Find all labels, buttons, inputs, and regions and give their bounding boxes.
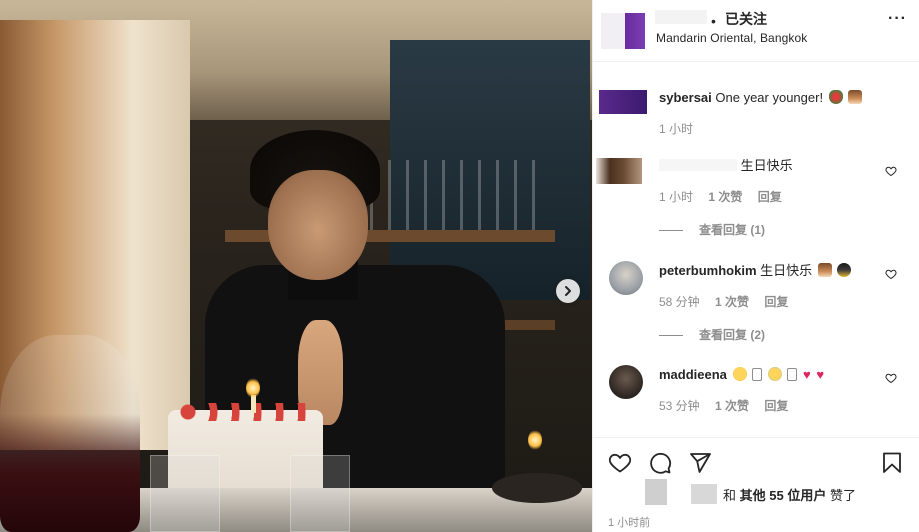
separator-dot: • xyxy=(711,13,716,29)
comment-likes[interactable]: 1 次赞 xyxy=(708,190,742,204)
author-username-redacted[interactable] xyxy=(655,10,707,24)
photo-candle-flame xyxy=(528,430,542,450)
reply-button[interactable]: 回复 xyxy=(764,399,788,413)
post-actions-bar: 和 其他 55 位用户 赞了 1 小时前 xyxy=(593,437,919,532)
liker-avatar[interactable] xyxy=(645,479,667,505)
next-photo-button[interactable] xyxy=(556,279,580,303)
likes-summary: 和 其他 55 位用户 赞了 xyxy=(723,485,856,504)
comment-like-button[interactable] xyxy=(885,268,897,283)
comment-body: One year younger! xyxy=(715,90,824,105)
comment-time[interactable]: 53 分钟 xyxy=(659,399,700,413)
comment-meta: 53 分钟 1 次赞 回复 xyxy=(659,397,800,414)
comment-button[interactable] xyxy=(647,450,673,476)
photo-candle-flame xyxy=(246,378,260,398)
replies-divider xyxy=(659,230,683,232)
likes-others-link[interactable]: 其他 55 位用户 xyxy=(740,488,827,503)
more-options-icon[interactable]: ··· xyxy=(888,10,907,28)
post-header: • 已关注 Mandarin Oriental, Bangkok ··· xyxy=(593,0,919,62)
comment-text: maddieena ♥ ♥ xyxy=(659,366,824,384)
comment-meta: 1 小时 1 次赞 回复 xyxy=(659,188,794,205)
comment-username[interactable]: sybersai xyxy=(659,90,712,105)
reply-button[interactable]: 回复 xyxy=(758,190,782,204)
post-photo[interactable] xyxy=(0,0,592,532)
liker-avatar[interactable] xyxy=(691,484,717,504)
likes-suffix: 赞了 xyxy=(829,488,856,503)
likes-prefix: 和 xyxy=(723,488,737,503)
comment-username-redacted[interactable] xyxy=(659,159,737,171)
photo-dish xyxy=(492,473,582,503)
following-button[interactable]: 已关注 xyxy=(725,9,767,29)
comment-likes[interactable]: 1 次赞 xyxy=(715,399,749,413)
photo-water-glass xyxy=(290,455,350,532)
save-button[interactable] xyxy=(879,450,905,476)
photo-glassware xyxy=(370,160,540,230)
comment-body: 生日快乐 xyxy=(760,263,813,278)
replies-divider xyxy=(659,335,683,337)
crown-emoji-icon xyxy=(837,263,852,277)
comment-time[interactable]: 1 小时 xyxy=(659,190,693,204)
post-timestamp[interactable]: 1 小时前 xyxy=(608,514,650,530)
red-heart-emoji-icon: ♥ xyxy=(803,367,811,382)
paper-plane-icon xyxy=(690,453,711,473)
cake-emoji-icon xyxy=(848,90,863,104)
comments-list: sybersai One year younger! 1 小时 生日快乐 1 小… xyxy=(593,62,919,437)
photo-water-glass xyxy=(150,455,220,532)
comment-likes[interactable]: 1 次赞 xyxy=(715,295,749,309)
bookmark-icon xyxy=(883,452,901,473)
comment-body: 生日快乐 xyxy=(740,158,793,173)
comment-text: peterbumhokim 生日快乐 xyxy=(659,262,852,280)
commenter-avatar[interactable] xyxy=(599,90,647,114)
post-viewer: • 已关注 Mandarin Oriental, Bangkok ··· syb… xyxy=(0,0,919,532)
rose-emoji-icon xyxy=(828,90,843,104)
chevron-right-icon xyxy=(565,286,571,296)
comment-time[interactable]: 58 分钟 xyxy=(659,295,700,309)
commenter-avatar[interactable] xyxy=(596,158,642,184)
reply-button[interactable]: 回复 xyxy=(764,295,788,309)
commenter-avatar[interactable] xyxy=(609,365,643,399)
comment-meta: 1 小时 xyxy=(659,120,705,137)
small-heart-icon xyxy=(885,166,897,177)
like-button[interactable] xyxy=(607,450,633,476)
comment-username[interactable]: peterbumhokim xyxy=(659,263,757,278)
unknown-glyph-icon xyxy=(787,368,798,381)
view-replies-button[interactable]: 查看回复 (1) xyxy=(659,221,765,238)
heart-outline-icon xyxy=(608,453,632,473)
view-replies-label: 查看回复 (1) xyxy=(699,223,766,237)
view-replies-button[interactable]: 查看回复 (2) xyxy=(659,326,765,343)
red-heart-emoji-icon: ♥ xyxy=(816,367,825,382)
comment-time[interactable]: 1 小时 xyxy=(659,122,693,136)
comment-bubble-icon xyxy=(650,452,672,474)
comment-like-button[interactable] xyxy=(885,165,897,180)
photo-person-face xyxy=(268,170,368,280)
author-avatar[interactable] xyxy=(601,13,645,49)
post-side-panel: • 已关注 Mandarin Oriental, Bangkok ··· syb… xyxy=(592,0,919,532)
comment-username[interactable]: maddieena xyxy=(659,367,727,382)
share-button[interactable] xyxy=(687,450,713,476)
comment-meta: 58 分钟 1 次赞 回复 xyxy=(659,293,800,310)
comment-text: sybersai One year younger! xyxy=(659,89,863,107)
small-heart-icon xyxy=(885,269,897,280)
commenter-avatar[interactable] xyxy=(609,261,643,295)
unknown-glyph-icon xyxy=(752,368,763,381)
comment-text: 生日快乐 xyxy=(659,157,793,175)
view-replies-label: 查看回复 (2) xyxy=(699,328,766,342)
crying-emoji-icon xyxy=(767,367,782,381)
photo-wine-glass xyxy=(0,335,140,532)
cake-emoji-icon xyxy=(817,263,832,277)
photo-strawberries xyxy=(178,403,313,421)
smile-emoji-icon xyxy=(732,367,747,381)
post-location[interactable]: Mandarin Oriental, Bangkok xyxy=(656,31,807,45)
small-heart-icon xyxy=(885,373,897,384)
comment-like-button[interactable] xyxy=(885,372,897,387)
